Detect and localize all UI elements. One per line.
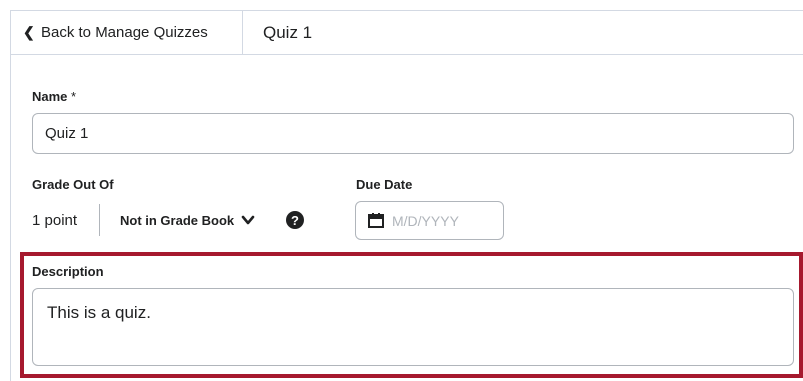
page-title: Quiz 1 — [263, 22, 313, 42]
grade-divider — [99, 204, 100, 236]
due-date-label: Due Date — [356, 177, 413, 192]
grade-out-of-label: Grade Out Of — [32, 177, 114, 192]
grade-book-label: Not in Grade Book — [120, 212, 235, 228]
back-link-label: Back to Manage Quizzes — [41, 24, 208, 41]
name-label: Name * — [32, 89, 76, 104]
grade-value[interactable]: 1 point — [32, 208, 77, 232]
name-label-text: Name — [32, 89, 68, 104]
due-date-placeholder: M/D/YYYY — [392, 212, 459, 229]
name-input-value: Quiz 1 — [45, 125, 89, 142]
top-navigation-bar: ❮ Back to Manage Quizzes Quiz 1 — [10, 10, 803, 55]
chevron-left-icon: ❮ — [23, 24, 35, 40]
due-date-input[interactable]: M/D/YYYY — [355, 201, 504, 240]
chevron-down-icon — [241, 215, 255, 225]
calendar-icon — [368, 213, 384, 228]
description-textarea[interactable]: This is a quiz. — [32, 288, 794, 366]
required-asterisk: * — [71, 89, 77, 104]
description-text: This is a quiz. — [47, 303, 151, 322]
name-input[interactable]: Quiz 1 — [32, 113, 794, 154]
back-to-manage-quizzes-link[interactable]: ❮ Back to Manage Quizzes — [11, 11, 243, 54]
description-label: Description — [32, 264, 104, 279]
grade-book-dropdown[interactable]: Not in Grade Book — [120, 208, 255, 232]
help-icon[interactable]: ? — [286, 211, 304, 229]
